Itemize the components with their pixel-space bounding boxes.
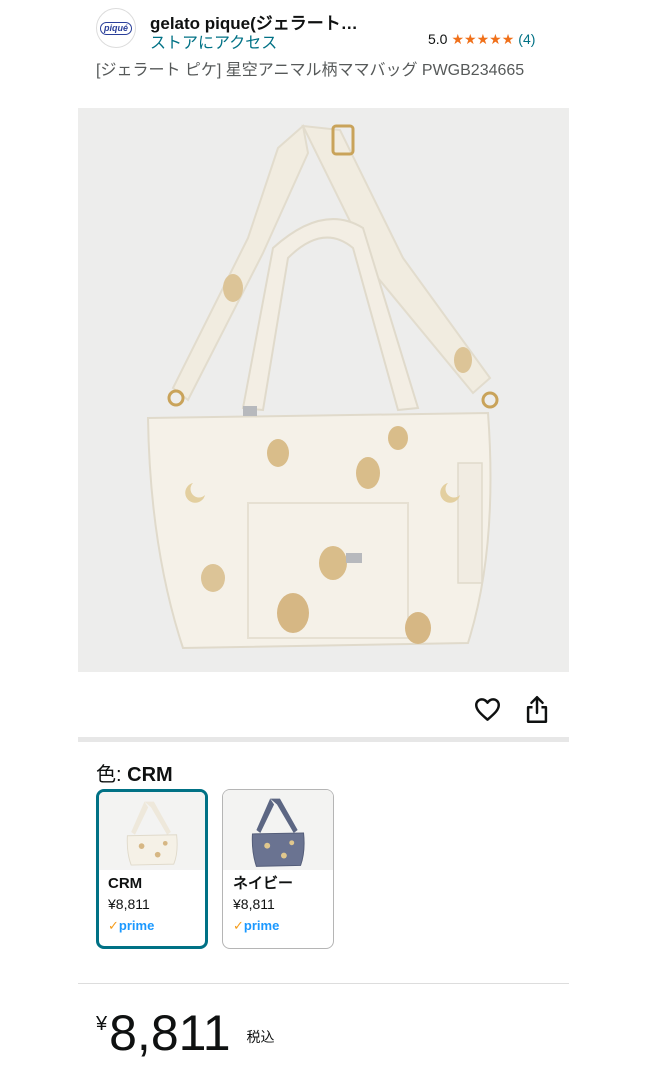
star-icon: ★ (451, 31, 465, 47)
star-icon: ★ (501, 31, 515, 47)
color-label-prefix: 色: (96, 764, 128, 786)
color-option-navy[interactable]: ネイビー ¥8,811 ✓prime (222, 789, 334, 949)
color-option-thumbnail (223, 790, 333, 870)
section-divider (78, 983, 569, 984)
tote-bag-illustration (78, 108, 569, 672)
prime-check-icon: ✓ (233, 918, 244, 933)
selected-color-value: CRM (127, 764, 173, 786)
product-image[interactable] (78, 108, 569, 672)
store-logo-text: piqué (100, 21, 132, 35)
share-icon[interactable] (524, 695, 550, 724)
product-title: [ジェラート ピケ] 星空アニマル柄ママバッグ PWGB234665 (96, 62, 525, 79)
product-price: ¥ 8,811 税込 (96, 1005, 275, 1061)
star-icon: ★ (464, 31, 477, 47)
store-logo[interactable]: piqué (96, 8, 136, 48)
rating-stars: ★ ★ ★ ★ ★ (451, 32, 514, 46)
prime-badge-label: prime (243, 918, 280, 933)
color-option-name: CRM (108, 875, 143, 892)
prime-badge: ✓prime (108, 916, 205, 936)
color-label: 色: CRM (96, 758, 173, 787)
prime-check-icon: ✓ (108, 918, 119, 933)
visit-store-link[interactable]: ストアにアクセス (150, 29, 277, 53)
color-option-thumbnail (99, 792, 205, 870)
prime-badge: ✓prime (233, 916, 333, 936)
rating-count[interactable]: (4) (518, 31, 535, 47)
tax-included-label: 税込 (246, 1029, 275, 1045)
color-option-name: ネイビー (233, 875, 294, 892)
product-detail-page: piqué gelato pique(ジェラート… ストアにアクセス 5.0 ★… (0, 0, 666, 1080)
price-currency: ¥ (96, 1013, 108, 1035)
heart-icon[interactable] (474, 697, 501, 722)
store-rating[interactable]: 5.0 ★ ★ ★ ★ ★ (4) (428, 31, 535, 47)
star-icon: ★ (489, 31, 502, 47)
star-icon: ★ (476, 31, 490, 47)
price-amount: 8,811 (109, 1005, 231, 1061)
color-option-price: ¥8,811 (108, 896, 150, 912)
prime-badge-label: prime (118, 918, 155, 933)
color-option-price: ¥8,811 (233, 896, 275, 912)
color-option-crm[interactable]: CRM ¥8,811 ✓prime (96, 789, 208, 949)
rating-value: 5.0 (428, 31, 448, 47)
section-divider (78, 737, 569, 742)
